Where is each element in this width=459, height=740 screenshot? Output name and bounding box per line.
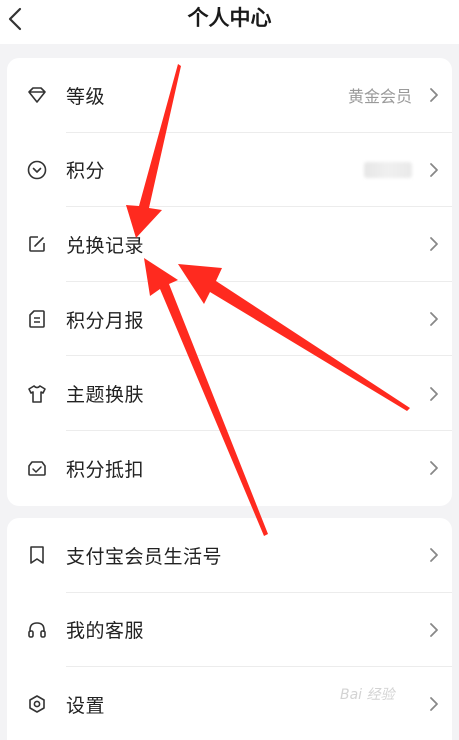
chevron-right-icon bbox=[428, 696, 440, 712]
chevron-right-icon bbox=[428, 460, 440, 476]
menu-item-alipay-life[interactable]: 支付宝会员生活号 bbox=[7, 518, 452, 593]
menu-item-points-deduction[interactable]: 积分抵扣 bbox=[7, 431, 452, 506]
menu-item-level[interactable]: 等级 黄金会员 bbox=[7, 58, 452, 133]
menu-item-points[interactable]: 积分 bbox=[7, 133, 452, 208]
menu-item-label: 等级 bbox=[66, 85, 106, 108]
chevron-right-icon bbox=[428, 622, 440, 638]
menu-item-label: 积分 bbox=[66, 160, 106, 183]
chevron-right-icon bbox=[428, 547, 440, 563]
watermark-text: Bai 经验 bbox=[340, 687, 395, 703]
menu-card-primary: 等级 黄金会员 积分 兑换记录 积分月报 主题换肤 积分抵扣 bbox=[7, 58, 452, 506]
menu-card-secondary: 支付宝会员生活号 我的客服 设置 bbox=[7, 518, 452, 740]
menu-item-theme-skin[interactable]: 主题换肤 bbox=[7, 356, 452, 431]
menu-item-label: 积分月报 bbox=[66, 309, 145, 332]
points-value-redacted bbox=[364, 161, 412, 178]
report-doc-icon bbox=[26, 308, 48, 330]
menu-item-label: 我的客服 bbox=[66, 620, 145, 643]
ticket-icon bbox=[26, 457, 48, 479]
diamond-icon bbox=[26, 84, 48, 106]
menu-item-monthly-report[interactable]: 积分月报 bbox=[7, 282, 452, 357]
tshirt-icon bbox=[26, 383, 48, 405]
headset-icon bbox=[26, 619, 48, 641]
chevron-right-icon bbox=[428, 236, 440, 252]
chevron-right-icon bbox=[428, 87, 440, 103]
header-bar: 个人中心 bbox=[0, 0, 459, 44]
chevron-right-icon bbox=[428, 386, 440, 402]
menu-item-label: 支付宝会员生活号 bbox=[66, 545, 223, 568]
member-level-value: 黄金会员 bbox=[347, 87, 412, 107]
menu-item-customer-service[interactable]: 我的客服 bbox=[7, 593, 452, 667]
bookmark-icon bbox=[26, 544, 48, 566]
settings-hex-icon bbox=[26, 693, 48, 715]
menu-item-label: 兑换记录 bbox=[66, 234, 145, 257]
menu-item-redeem-records[interactable]: 兑换记录 bbox=[7, 207, 452, 282]
chevron-right-icon bbox=[428, 311, 440, 327]
points-coin-icon bbox=[26, 159, 48, 181]
menu-item-label: 积分抵扣 bbox=[66, 458, 145, 481]
menu-item-label: 设置 bbox=[66, 694, 106, 717]
chevron-right-icon bbox=[428, 162, 440, 178]
page-title: 个人中心 bbox=[187, 6, 272, 30]
edit-record-icon bbox=[26, 233, 48, 255]
menu-item-label: 主题换肤 bbox=[66, 384, 145, 407]
